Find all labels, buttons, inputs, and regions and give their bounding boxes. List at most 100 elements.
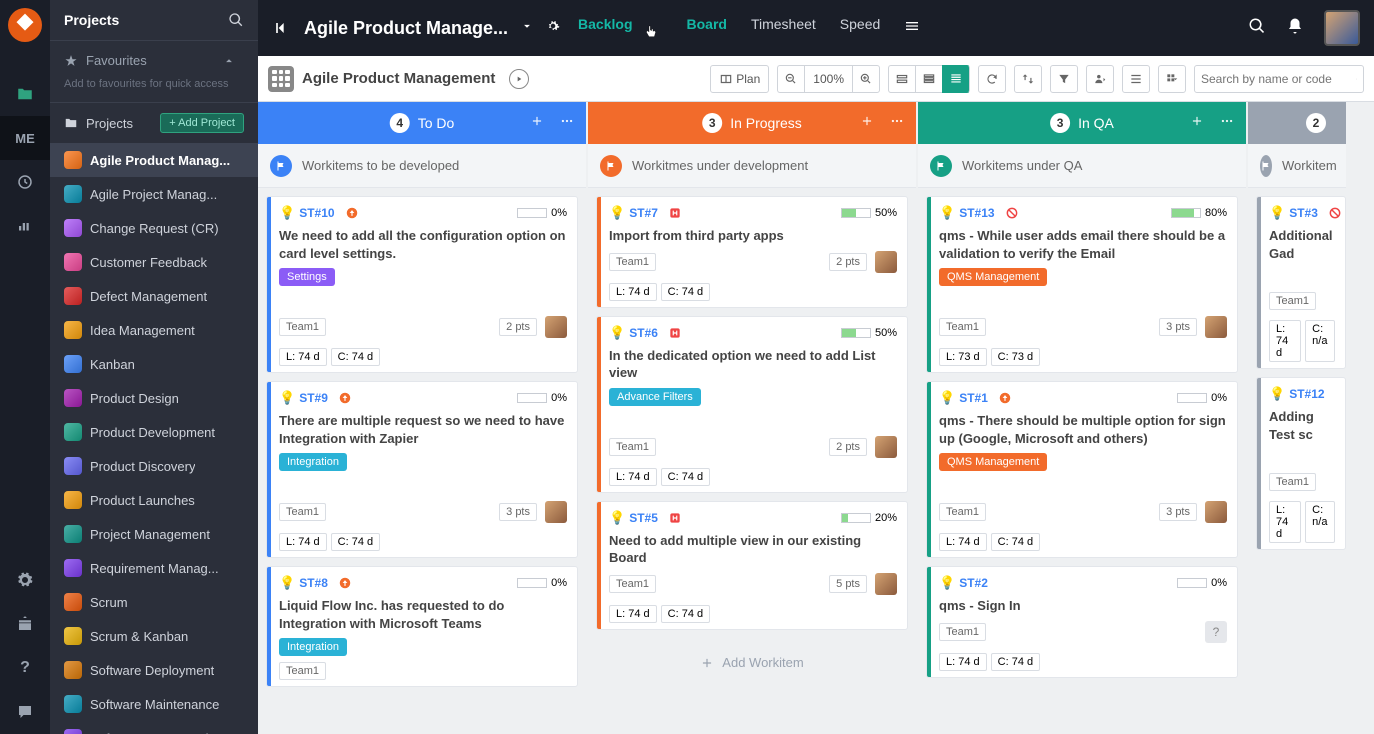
card-id[interactable]: ST#2	[959, 576, 988, 590]
plan-button[interactable]: Plan	[710, 65, 769, 93]
assignee-avatar[interactable]	[1205, 501, 1227, 523]
add-icon[interactable]	[860, 114, 874, 133]
sidebar-item[interactable]: Scrum & Kanban	[50, 619, 258, 653]
card-id[interactable]: ST#6	[629, 326, 658, 340]
zoom-out-button[interactable]	[777, 65, 804, 93]
sidebar-item[interactable]: Defect Management	[50, 279, 258, 313]
search-box[interactable]	[1194, 65, 1364, 93]
sidebar-item[interactable]: Agile Product Manag...	[50, 143, 258, 177]
card-id[interactable]: ST#13	[959, 206, 994, 220]
favourites-hint: Add to favourites for quick access	[64, 78, 244, 90]
assignee-avatar[interactable]	[875, 251, 897, 273]
layout2-button[interactable]	[915, 65, 942, 93]
sidebar-item[interactable]: Idea Management	[50, 313, 258, 347]
search-input[interactable]	[1201, 72, 1356, 86]
assignee-avatar[interactable]	[875, 436, 897, 458]
refresh-button[interactable]	[978, 65, 1006, 93]
grid-menu-icon[interactable]	[268, 66, 294, 92]
tab-board[interactable]: Board	[687, 16, 727, 41]
rail-settings-icon[interactable]	[0, 558, 50, 602]
favourites-toggle[interactable]: Favourites	[64, 53, 244, 68]
assignee-avatar[interactable]	[875, 573, 897, 595]
work-item-card[interactable]: 💡ST#750% Import from third party apps Te…	[596, 196, 908, 308]
card-title: Liquid Flow Inc. has requested to do Int…	[279, 597, 567, 632]
notification-icon[interactable]	[1286, 17, 1304, 40]
sidebar-item[interactable]: Product Development	[50, 415, 258, 449]
add-icon[interactable]	[1190, 114, 1204, 133]
tab-backlog[interactable]: Backlog	[578, 16, 632, 41]
sidebar-item[interactable]: Scrum	[50, 585, 258, 619]
rail-chart-icon[interactable]	[0, 204, 50, 248]
menu-icon[interactable]	[904, 18, 920, 39]
sidebar-item[interactable]: Project Management	[50, 517, 258, 551]
sidebar-item[interactable]: Agile Project Manag...	[50, 177, 258, 211]
sidebar-item[interactable]: Requirement Manag...	[50, 551, 258, 585]
work-item-card[interactable]: 💡ST#90% There are multiple request so we…	[266, 381, 578, 558]
assignee-avatar[interactable]	[1205, 316, 1227, 338]
swap-button[interactable]	[1014, 65, 1042, 93]
add-project-button[interactable]: + Add Project	[160, 113, 244, 133]
work-item-card[interactable]: 💡ST#12 Adding Test sc Team1 L: 74 dC: n/…	[1256, 377, 1346, 550]
work-item-card[interactable]: 💡ST#1380% qms - While user adds email th…	[926, 196, 1238, 373]
unassigned-icon[interactable]: ?	[1205, 621, 1227, 643]
sidebar-item[interactable]: Software Maintenance	[50, 687, 258, 721]
assignee-avatar[interactable]	[545, 316, 567, 338]
tab-timesheet[interactable]: Timesheet	[751, 16, 816, 41]
card-id[interactable]: ST#5	[629, 511, 658, 525]
card-id[interactable]: ST#7	[629, 206, 658, 220]
sidebar-item[interactable]: Customer Feedback	[50, 245, 258, 279]
add-workitem-button[interactable]: Add Workitem	[596, 642, 908, 684]
card-id[interactable]: ST#9	[299, 391, 328, 405]
assignee-avatar[interactable]	[545, 501, 567, 523]
more-icon[interactable]	[890, 114, 904, 133]
zoom-in-button[interactable]	[852, 65, 880, 93]
rail-gift-icon[interactable]	[0, 602, 50, 646]
search-icon[interactable]	[228, 12, 244, 28]
card-id[interactable]: ST#8	[299, 576, 328, 590]
card-id[interactable]: ST#10	[299, 206, 334, 220]
work-item-card[interactable]: 💡ST#3 Additional Gad Team1 L: 74 dC: n/a	[1256, 196, 1346, 369]
card-id[interactable]: ST#1	[959, 391, 988, 405]
filter-button[interactable]	[1050, 65, 1078, 93]
work-item-card[interactable]: 💡ST#10% qms - There should be multiple o…	[926, 381, 1238, 558]
more-icon[interactable]	[1220, 114, 1234, 133]
rail-folder-icon[interactable]	[0, 72, 50, 116]
grid-dropdown-button[interactable]	[1158, 65, 1186, 93]
sidebar-item[interactable]: Product Design	[50, 381, 258, 415]
work-item-card[interactable]: 💡ST#100% We need to add all the configur…	[266, 196, 578, 373]
sidebar-item[interactable]: Kanban	[50, 347, 258, 381]
play-button[interactable]	[509, 69, 529, 89]
gear-icon[interactable]	[546, 19, 560, 38]
work-item-card[interactable]: 💡ST#20% qms - Sign In Team1? L: 74 dC: 7…	[926, 566, 1238, 678]
rail-me[interactable]: ME	[0, 116, 50, 160]
user-avatar[interactable]	[1324, 10, 1360, 46]
sidebar-item[interactable]: Software Deployment	[50, 653, 258, 687]
more-icon[interactable]	[560, 114, 574, 133]
app-logo[interactable]	[8, 8, 42, 42]
topbar-search-icon[interactable]	[1248, 17, 1266, 40]
layout3-button[interactable]	[942, 65, 970, 93]
rail-chat-icon[interactable]	[0, 690, 50, 734]
sidebar-item[interactable]: Change Request (CR)	[50, 211, 258, 245]
work-item-card[interactable]: 💡ST#520% Need to add multiple view in ou…	[596, 501, 908, 630]
back-button[interactable]	[272, 18, 292, 38]
sidebar-item[interactable]: Software Programmi...	[50, 721, 258, 734]
card-id[interactable]: ST#3	[1289, 206, 1318, 220]
priority-icon	[345, 206, 359, 220]
sidebar-item[interactable]: Product Discovery	[50, 449, 258, 483]
tab-speed[interactable]: Speed	[840, 16, 880, 41]
card-id[interactable]: ST#12	[1289, 387, 1324, 401]
rail-clock-icon[interactable]	[0, 160, 50, 204]
layout1-button[interactable]	[888, 65, 915, 93]
list-icon-button[interactable]	[1122, 65, 1150, 93]
user-filter-button[interactable]	[1086, 65, 1114, 93]
zoom-level[interactable]: 100%	[804, 65, 852, 93]
team-chip: Team1	[1269, 292, 1316, 310]
work-item-card[interactable]: 💡ST#650% In the dedicated option we need…	[596, 316, 908, 493]
work-item-card[interactable]: 💡ST#80% Liquid Flow Inc. has requested t…	[266, 566, 578, 687]
rail-help-icon[interactable]: ?	[0, 646, 50, 690]
add-icon[interactable]	[530, 114, 544, 133]
sidebar-item[interactable]: Product Launches	[50, 483, 258, 517]
crumb-dropdown-icon[interactable]	[520, 19, 534, 38]
card-footer: Team15 pts	[609, 573, 897, 595]
